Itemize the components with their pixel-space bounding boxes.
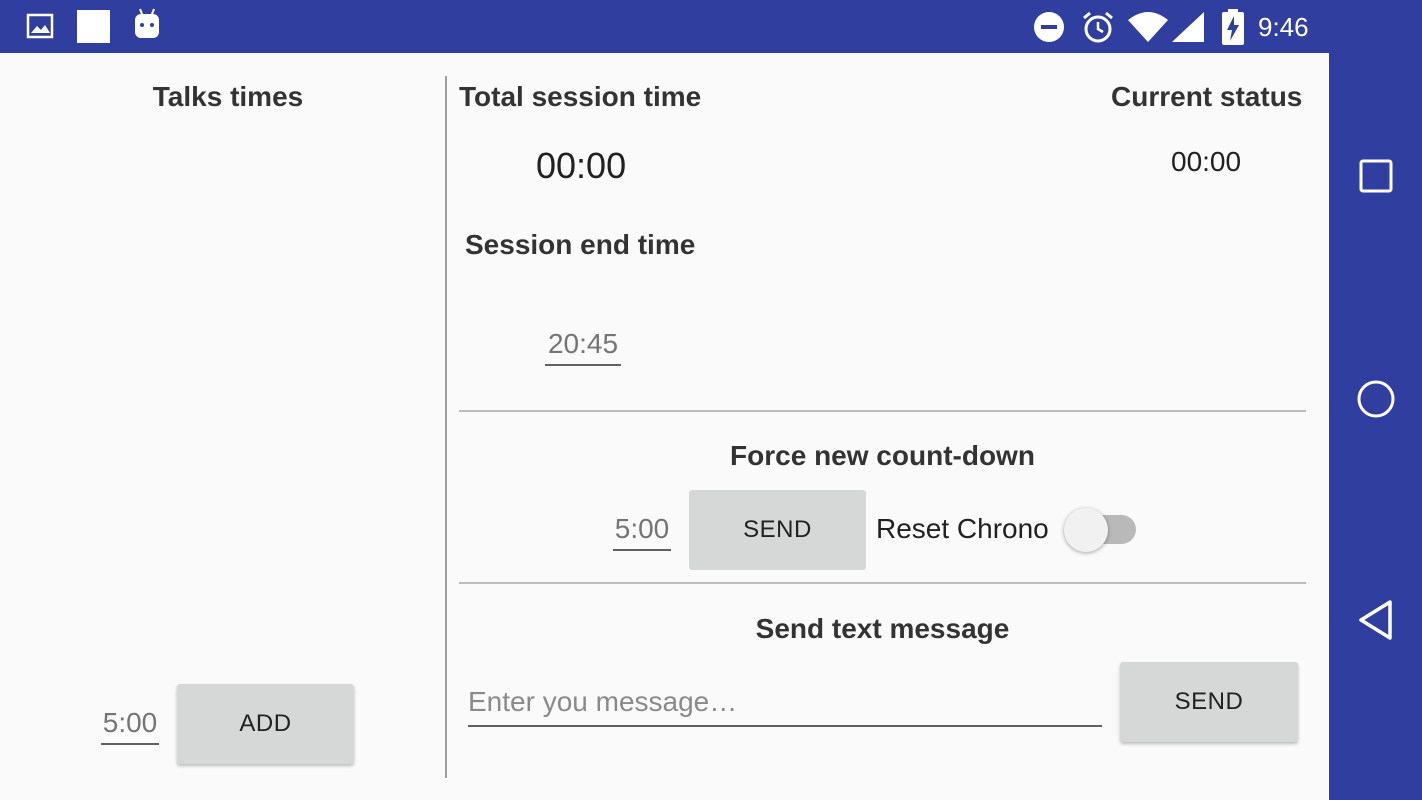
current-status-value: 00:00 [1171, 146, 1242, 177]
message-send-button[interactable]: SEND [1120, 662, 1298, 742]
status-bar: 9:46 [0, 0, 1422, 53]
back-button[interactable] [1329, 577, 1422, 667]
send-message-title: Send text message [755, 613, 1010, 644]
vertical-divider [445, 76, 447, 778]
battery-charging-icon [1221, 9, 1245, 50]
message-input[interactable] [468, 679, 1102, 727]
total-session-value: 00:00 [536, 145, 627, 186]
home-icon [1355, 378, 1397, 425]
reset-chrono-switch-thumb[interactable] [1064, 508, 1108, 552]
dnd-icon [1033, 11, 1065, 48]
home-button[interactable] [1329, 356, 1422, 446]
reset-chrono-label: Reset Chrono [876, 513, 1049, 544]
image-icon [26, 13, 54, 44]
countdown-duration-field[interactable]: 5:00 [613, 513, 671, 551]
divider-2 [459, 582, 1306, 584]
android-icon [133, 8, 161, 45]
talks-times-title: Talks times [152, 81, 304, 112]
session-end-title: Session end time [465, 229, 696, 260]
navigation-bar [1329, 53, 1422, 800]
signal-icon [1172, 12, 1204, 47]
recents-button[interactable] [1329, 133, 1422, 223]
alarm-icon [1081, 10, 1115, 49]
recents-icon [1358, 158, 1394, 199]
divider-1 [459, 410, 1306, 412]
talk-duration-field[interactable]: 5:00 [101, 707, 159, 745]
wifi-icon [1128, 12, 1168, 47]
current-status-title: Current status [1111, 81, 1303, 112]
force-countdown-title: Force new count-down [730, 440, 1035, 471]
add-talk-button[interactable]: ADD [177, 684, 354, 764]
status-time: 9:46 [1258, 12, 1309, 42]
square-icon [77, 10, 110, 48]
app-content: Talks times 5:00 ADD Total session time … [0, 53, 1329, 800]
total-session-title: Total session time [459, 81, 702, 112]
session-end-time-field[interactable]: 20:45 [545, 328, 621, 366]
countdown-send-button[interactable]: SEND [689, 490, 866, 570]
back-icon [1356, 599, 1396, 646]
